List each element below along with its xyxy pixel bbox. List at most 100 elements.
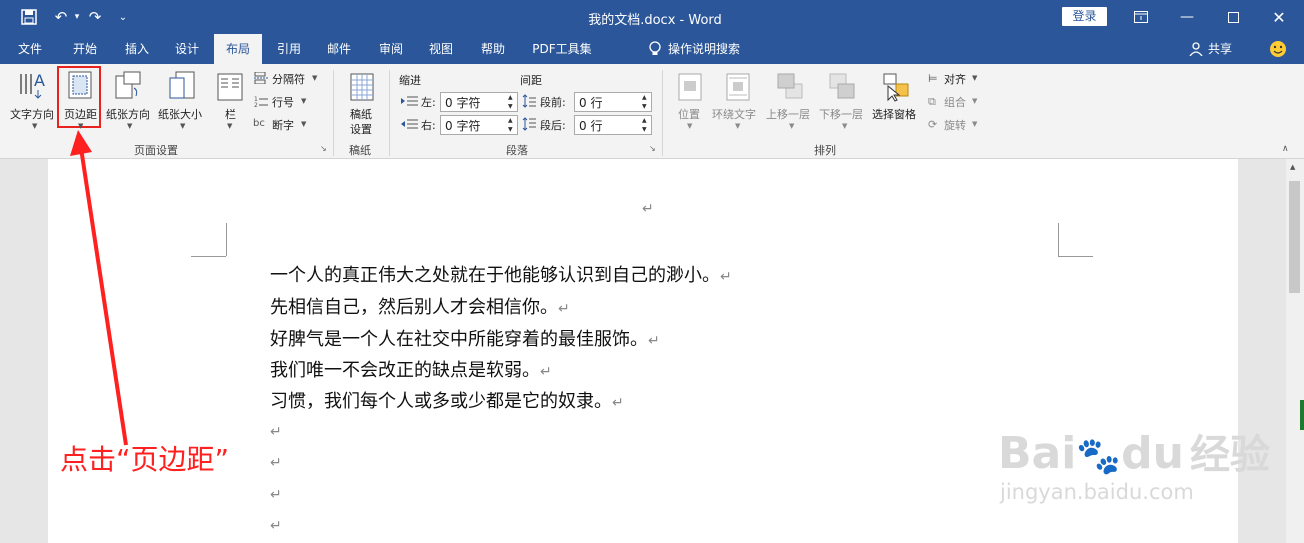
breaks-icon [254, 72, 268, 84]
rotate-caret-icon: ▼ [972, 120, 978, 128]
wrap-text-icon [726, 73, 750, 101]
document-line[interactable]: 先相信自己，然后别人才会相信你。↵ [270, 293, 570, 319]
tab-insert[interactable]: 插入 [114, 34, 160, 64]
send-backward-label: 下移一层 [819, 108, 863, 121]
smiley-feedback-icon[interactable] [1266, 34, 1290, 64]
group-label: 组合 [944, 96, 966, 109]
maximize-icon[interactable] [1213, 4, 1253, 30]
watermark-cn: 经验 [1189, 432, 1270, 478]
tab-help[interactable]: 帮助 [470, 34, 516, 64]
customize-toolbar-icon[interactable]: ⌄ [112, 6, 134, 28]
share-button[interactable]: 共享 [1206, 34, 1234, 64]
indent-right-input[interactable]: 0 字符 ▲ ▼ [440, 115, 518, 135]
separator [333, 70, 334, 156]
draft-paper-icon [350, 73, 374, 101]
size-icon [169, 71, 195, 99]
page-setup-dialog-launcher-icon[interactable]: ↘ [320, 144, 327, 153]
rotate-icon: ⟳ [928, 118, 938, 131]
spinner-arrows-icon[interactable]: ▲ ▼ [508, 93, 516, 111]
send-backward-icon [829, 73, 855, 99]
tab-pdf-tools[interactable]: PDF工具集 [524, 34, 600, 64]
columns-label: 栏 [225, 108, 236, 121]
draft-group-label: 稿纸 [349, 144, 371, 157]
document-line[interactable]: 我们唯一不会改正的缺点是软弱。↵ [270, 356, 552, 382]
tell-me-search[interactable]: 操作说明搜索 [668, 34, 758, 64]
align-label: 对齐 [944, 73, 966, 86]
tab-view[interactable]: 视图 [418, 34, 464, 64]
line-numbers-icon: 12 [254, 96, 268, 107]
indent-left-input[interactable]: 0 字符 ▲ ▼ [440, 92, 518, 112]
wrap-text-caret-icon: ▼ [735, 122, 741, 130]
space-after-value: 0 行 [579, 119, 603, 133]
bring-forward-label: 上移一层 [766, 108, 810, 121]
rotate-label: 旋转 [944, 119, 966, 132]
tab-review[interactable]: 审阅 [368, 34, 414, 64]
header-paragraph-mark: ↵ [642, 201, 654, 217]
corner-mark [191, 256, 226, 257]
bring-forward-icon [777, 73, 803, 99]
text-direction-icon: A [20, 71, 45, 99]
indent-heading: 缩进 [399, 74, 421, 87]
corner-mark [1058, 223, 1059, 256]
indent-left-label: 左: [421, 96, 436, 109]
document-line[interactable]: 习惯，我们每个人或多或少都是它的奴隶。↵ [270, 387, 624, 413]
spinner-arrows-icon[interactable]: ▲ ▼ [642, 93, 650, 111]
tab-layout[interactable]: 布局 [214, 34, 262, 64]
lightbulb-icon [644, 34, 666, 64]
minimize-icon[interactable]: — [1167, 4, 1207, 30]
size-caret-icon: ▼ [180, 122, 186, 130]
separator [662, 70, 663, 156]
paw-icon: 🐾 [1076, 436, 1122, 477]
draft-paper-label-1: 稿纸 [350, 108, 372, 121]
document-line[interactable]: 一个人的真正伟大之处就在于他能够认识到自己的渺小。↵ [270, 261, 732, 287]
tab-mailings[interactable]: 邮件 [316, 34, 362, 64]
tab-file[interactable]: 文件 [8, 34, 52, 64]
tab-home[interactable]: 开始 [62, 34, 108, 64]
scrollbar-thumb[interactable] [1289, 181, 1300, 293]
group-icon: ⧉ [928, 95, 936, 108]
spinner-arrows-icon[interactable]: ▲ ▼ [508, 116, 516, 134]
ribbon-display-options-icon[interactable] [1121, 4, 1161, 30]
empty-paragraph[interactable]: ↵ [270, 483, 282, 504]
redo-icon[interactable]: ↷ [84, 6, 106, 28]
selection-pane-icon [883, 73, 909, 102]
paragraph-dialog-launcher-icon[interactable]: ↘ [649, 144, 656, 153]
line-numbers-label: 行号 [272, 96, 294, 109]
space-before-label: 段前: [540, 96, 566, 109]
corner-mark [226, 223, 227, 256]
hyphenation-icon: bc [253, 118, 265, 129]
login-button[interactable]: 登录 [1062, 7, 1107, 26]
tab-design[interactable]: 设计 [164, 34, 210, 64]
ribbon: A 文字方向 ▼ 页边距 ▼ 纸张方向 ▼ 纸张大小 ▼ 栏 ▼ 分隔符 ▼ 1… [0, 64, 1304, 159]
empty-paragraph[interactable]: ↵ [270, 514, 282, 535]
spinner-arrows-icon[interactable]: ▲ ▼ [642, 116, 650, 134]
vertical-scrollbar[interactable]: ▲ [1286, 159, 1304, 543]
position-caret-icon: ▼ [687, 122, 693, 130]
empty-paragraph[interactable]: ↵ [270, 420, 282, 441]
window-title: 我的文档.docx - Word [588, 13, 722, 28]
space-after-input[interactable]: 0 行 ▲ ▼ [574, 115, 652, 135]
position-label: 位置 [678, 108, 700, 121]
breaks-label: 分隔符 [272, 73, 305, 86]
indent-left-value: 0 字符 [445, 96, 481, 110]
space-before-input[interactable]: 0 行 ▲ ▼ [574, 92, 652, 112]
save-icon[interactable] [18, 6, 40, 28]
draft-paper-label-2: 设置 [350, 123, 372, 136]
paragraph-group-label: 段落 [506, 144, 528, 157]
group-caret-icon: ▼ [972, 97, 978, 105]
empty-paragraph[interactable]: ↵ [270, 451, 282, 472]
space-after-label: 段后: [540, 119, 566, 132]
breaks-caret-icon: ▼ [312, 74, 318, 82]
edge-strip [1300, 400, 1304, 430]
bring-forward-caret-icon: ▼ [789, 122, 795, 130]
close-icon[interactable]: ✕ [1259, 4, 1299, 30]
indent-right-label: 右: [421, 119, 436, 132]
svg-text:2: 2 [254, 102, 258, 107]
document-line[interactable]: 好脾气是一个人在社交中所能穿着的最佳服饰。↵ [270, 325, 660, 351]
collapse-ribbon-icon[interactable]: ∧ [1282, 144, 1289, 154]
page-setup-group-label: 页面设置 [134, 144, 178, 157]
tab-references[interactable]: 引用 [266, 34, 312, 64]
share-person-icon [1186, 34, 1206, 64]
scroll-up-icon[interactable]: ▲ [1290, 163, 1295, 171]
hyphenation-caret-icon: ▼ [301, 120, 307, 128]
